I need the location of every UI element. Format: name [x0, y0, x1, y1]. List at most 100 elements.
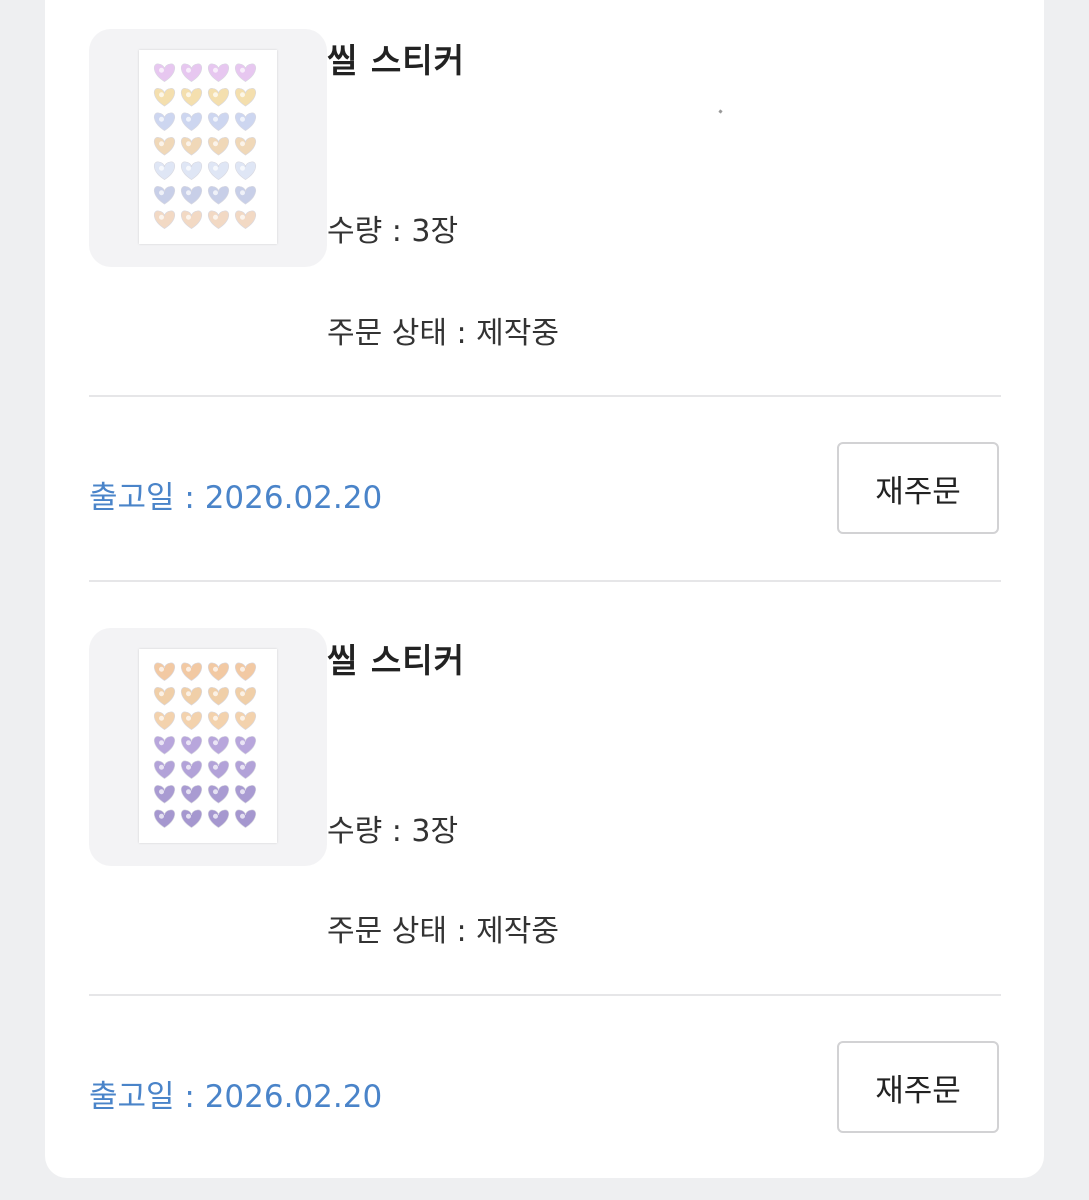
sticker-highlight: [240, 715, 245, 721]
heart-sticker: [181, 760, 202, 779]
heart-sticker: [208, 687, 229, 706]
divider: [89, 580, 1001, 582]
sticker-highlight: [240, 165, 245, 171]
sticker-highlight: [186, 67, 191, 73]
heart-sticker: [235, 736, 256, 755]
sticker-highlight: [186, 715, 191, 721]
heart-sticker: [235, 210, 256, 229]
reorder-button[interactable]: 재주문: [837, 442, 999, 534]
sticker-highlight: [240, 214, 245, 220]
sticker-highlight: [186, 764, 191, 770]
sticker-highlight: [240, 813, 245, 819]
sticker-highlight: [213, 165, 218, 171]
reorder-button[interactable]: 재주문: [837, 1041, 999, 1133]
sticker-highlight: [159, 764, 164, 770]
heart-sticker: [235, 161, 256, 180]
heart-sticker: [181, 137, 202, 156]
sticker-highlight: [159, 116, 164, 122]
sticker-highlight: [186, 666, 191, 672]
heart-sticker: [154, 785, 175, 804]
heart-sticker: [181, 687, 202, 706]
heart-sticker: [208, 760, 229, 779]
heart-sticker: [235, 137, 256, 156]
quantity-text: 수량 : 3장: [327, 814, 459, 849]
sticker-highlight: [213, 116, 218, 122]
heart-sticker: [154, 161, 175, 180]
heart-sticker: [235, 63, 256, 82]
sticker-highlight: [213, 789, 218, 795]
heart-sticker: [154, 137, 175, 156]
sticker-highlight: [240, 116, 245, 122]
sticker-highlight: [159, 190, 164, 196]
sticker-highlight: [213, 740, 218, 746]
sticker-highlight: [213, 813, 218, 819]
sticker-highlight: [186, 141, 191, 147]
sticker-highlight: [159, 715, 164, 721]
divider: [89, 994, 1001, 996]
heart-sticker: [208, 63, 229, 82]
sticker-highlight: [240, 764, 245, 770]
sticker-highlight: [213, 141, 218, 147]
sticker-sheet-image: [139, 50, 277, 244]
heart-sticker: [208, 161, 229, 180]
sticker-highlight: [240, 92, 245, 98]
heart-sticker: [235, 112, 256, 131]
sticker-highlight: [213, 214, 218, 220]
order-status-text: 주문 상태 : 제작중: [327, 316, 559, 351]
heart-sticker: [154, 210, 175, 229]
heart-sticker: [235, 687, 256, 706]
heart-sticker: [181, 112, 202, 131]
heart-sticker: [181, 186, 202, 205]
sticker-highlight: [159, 691, 164, 697]
sticker-highlight: [213, 715, 218, 721]
product-title[interactable]: 씰 스티커: [327, 34, 465, 82]
heart-sticker: [235, 88, 256, 107]
heart-sticker: [154, 809, 175, 828]
heart-sticker: [154, 711, 175, 730]
sticker-highlight: [186, 116, 191, 122]
quantity-text: 수량 : 3장: [327, 214, 459, 249]
sticker-highlight: [159, 789, 164, 795]
heart-sticker: [154, 687, 175, 706]
heart-sticker: [181, 161, 202, 180]
sticker-highlight: [186, 190, 191, 196]
heart-sticker: [208, 809, 229, 828]
product-thumbnail[interactable]: [89, 628, 327, 866]
sticker-highlight: [213, 666, 218, 672]
sticker-highlight: [186, 214, 191, 220]
heart-sticker: [208, 785, 229, 804]
heart-sticker: [208, 88, 229, 107]
heart-sticker: [181, 63, 202, 82]
sticker-highlight: [186, 92, 191, 98]
heart-sticker: [235, 760, 256, 779]
sticker-highlight: [240, 67, 245, 73]
heart-sticker: [154, 760, 175, 779]
sticker-highlight: [213, 764, 218, 770]
sticker-highlight: [240, 740, 245, 746]
sticker-highlight: [159, 92, 164, 98]
divider: [89, 395, 1001, 397]
sticker-sheet-image: [139, 649, 277, 843]
sticker-highlight: [240, 691, 245, 697]
sticker-highlight: [159, 813, 164, 819]
sticker-highlight: [240, 789, 245, 795]
sticker-highlight: [213, 190, 218, 196]
heart-sticker: [154, 186, 175, 205]
sticker-highlight: [186, 740, 191, 746]
order-status-text: 주문 상태 : 제작중: [327, 914, 559, 949]
heart-sticker: [208, 137, 229, 156]
product-title[interactable]: 씰 스티커: [327, 634, 465, 682]
product-thumbnail[interactable]: [89, 29, 327, 267]
sticker-highlight: [159, 740, 164, 746]
sticker-highlight: [159, 214, 164, 220]
heart-sticker: [181, 88, 202, 107]
ship-date-text: 출고일 : 2026.02.20: [89, 480, 383, 516]
order-list-card: 씰 스티커 수량 : 3장 주문 상태 : 제작중 출고일 : 2026.02.…: [45, 0, 1044, 1178]
heart-sticker: [154, 662, 175, 681]
heart-sticker: [208, 711, 229, 730]
heart-sticker: [181, 711, 202, 730]
heart-sticker: [181, 662, 202, 681]
heart-sticker: [235, 809, 256, 828]
heart-sticker: [181, 736, 202, 755]
stray-mark: [718, 109, 723, 114]
